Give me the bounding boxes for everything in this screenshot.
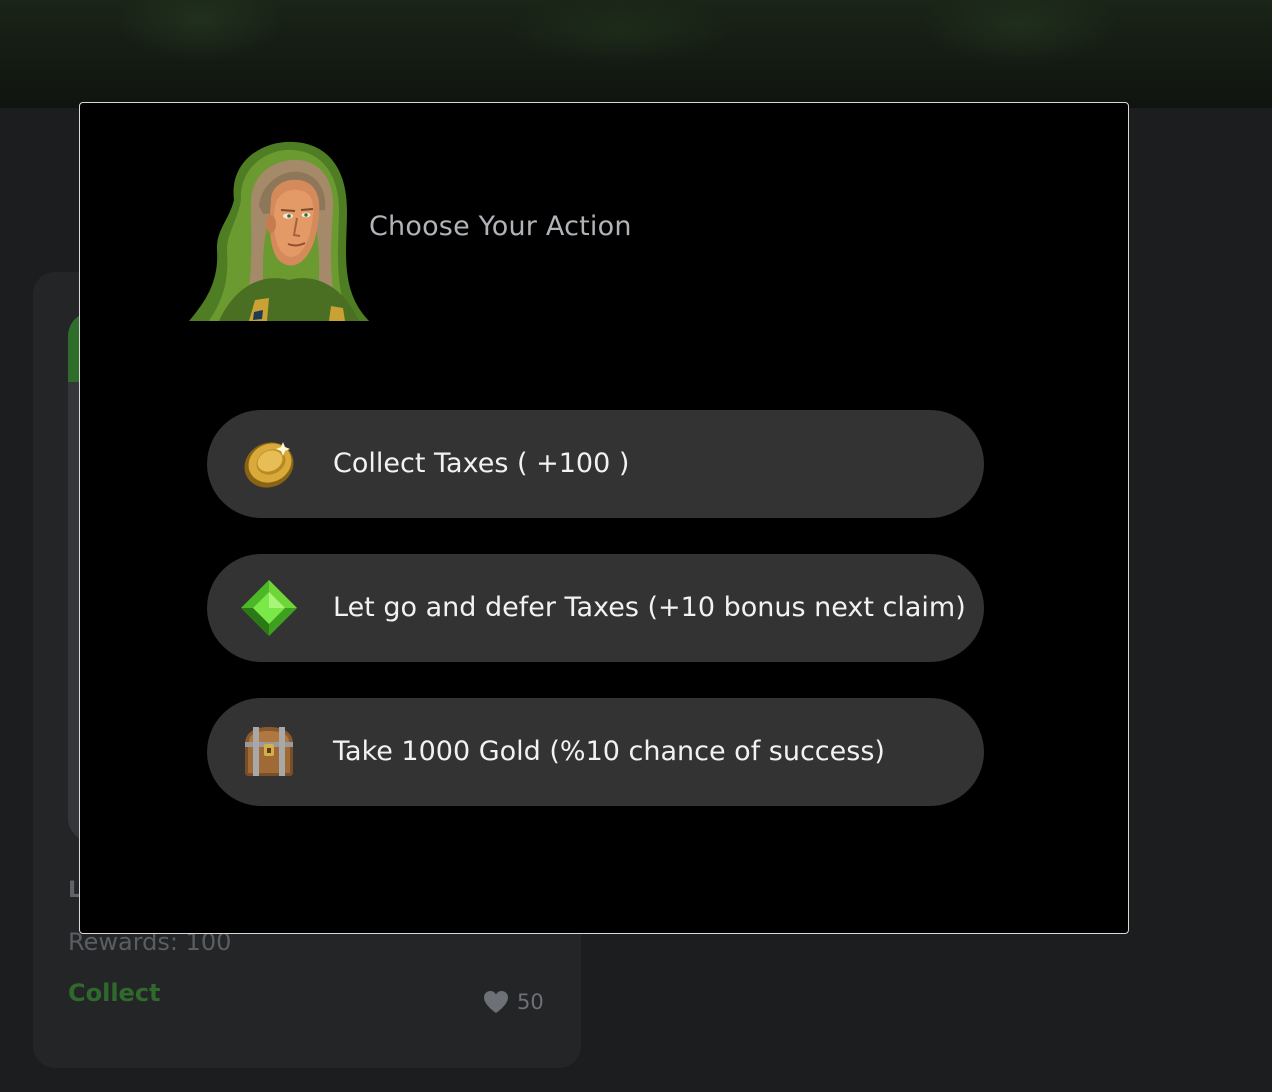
modal-title: Choose Your Action	[369, 211, 632, 242]
heart-icon	[483, 990, 509, 1014]
top-banner-image	[0, 0, 1272, 108]
option-label: Let go and defer Taxes (+10 bonus next c…	[333, 592, 966, 623]
defer-taxes-button[interactable]: Let go and defer Taxes (+10 bonus next c…	[207, 554, 984, 662]
treasure-chest-icon	[239, 722, 299, 782]
like-button[interactable]: 50	[483, 990, 544, 1014]
green-gem-icon	[239, 578, 299, 638]
collect-taxes-button[interactable]: Collect Taxes ( +100 )	[207, 410, 984, 518]
like-count: 50	[517, 990, 544, 1014]
collect-button[interactable]: Collect	[68, 979, 161, 1007]
option-label: Collect Taxes ( +100 )	[333, 448, 630, 479]
action-modal: Choose Your Action Collect Taxes ( +100 …	[79, 102, 1129, 934]
option-label: Take 1000 Gold (%10 chance of success)	[333, 736, 885, 767]
hooded-character-portrait	[189, 140, 369, 321]
take-gold-button[interactable]: Take 1000 Gold (%10 chance of success)	[207, 698, 984, 806]
gold-coin-icon	[239, 434, 299, 494]
